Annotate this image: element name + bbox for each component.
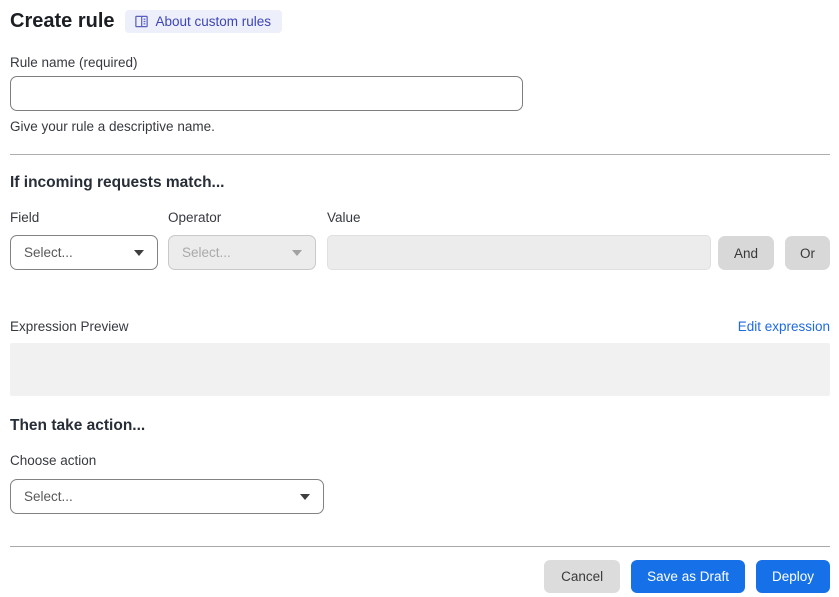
expression-preview-header: Expression Preview Edit expression bbox=[10, 319, 830, 334]
and-button[interactable]: And bbox=[718, 236, 774, 270]
field-select[interactable]: Select... bbox=[10, 235, 158, 270]
expression-preview-label: Expression Preview bbox=[10, 319, 129, 334]
operator-select-value: Select... bbox=[182, 245, 231, 260]
field-label: Field bbox=[10, 210, 40, 225]
page-title: Create rule bbox=[10, 10, 115, 32]
value-input[interactable] bbox=[327, 235, 711, 270]
footer-divider bbox=[10, 546, 830, 547]
about-custom-rules-label: About custom rules bbox=[155, 13, 272, 29]
about-custom-rules-link[interactable]: About custom rules bbox=[124, 9, 283, 33]
action-select[interactable]: Select... bbox=[10, 479, 324, 514]
operator-column: Operator Select... bbox=[168, 209, 316, 270]
deploy-button[interactable]: Deploy bbox=[755, 560, 830, 593]
book-icon bbox=[134, 14, 149, 29]
edit-expression-link[interactable]: Edit expression bbox=[738, 319, 830, 334]
field-select-value: Select... bbox=[24, 245, 73, 260]
action-select-value: Select... bbox=[24, 489, 73, 504]
rule-name-label: Rule name (required) bbox=[10, 55, 138, 70]
save-as-draft-button[interactable]: Save as Draft bbox=[631, 560, 745, 593]
page-header: Create rule About custom rules bbox=[10, 8, 830, 34]
expression-preview-box bbox=[10, 343, 830, 396]
field-column: Field Select... bbox=[10, 209, 158, 270]
create-rule-page: Create rule About custom rules Rule name… bbox=[0, 0, 839, 597]
rule-name-help: Give your rule a descriptive name. bbox=[10, 119, 215, 134]
rule-name-input[interactable] bbox=[10, 76, 523, 111]
or-button[interactable]: Or bbox=[785, 236, 830, 270]
chevron-down-icon bbox=[300, 493, 310, 500]
choose-action-label: Choose action bbox=[10, 453, 97, 468]
footer-actions: Cancel Save as Draft Deploy bbox=[10, 560, 830, 593]
action-section-heading: Then take action... bbox=[10, 417, 146, 434]
expression-builder-row: Field Select... Operator Select... Value… bbox=[10, 209, 830, 270]
operator-label: Operator bbox=[168, 210, 222, 225]
value-label: Value bbox=[327, 210, 361, 225]
cancel-button[interactable]: Cancel bbox=[544, 560, 621, 593]
operator-select[interactable]: Select... bbox=[168, 235, 316, 270]
match-section-heading: If incoming requests match... bbox=[10, 174, 225, 191]
value-column: Value bbox=[327, 209, 711, 270]
chevron-down-icon bbox=[292, 249, 302, 256]
chevron-down-icon bbox=[134, 249, 144, 256]
section-divider bbox=[10, 154, 830, 155]
